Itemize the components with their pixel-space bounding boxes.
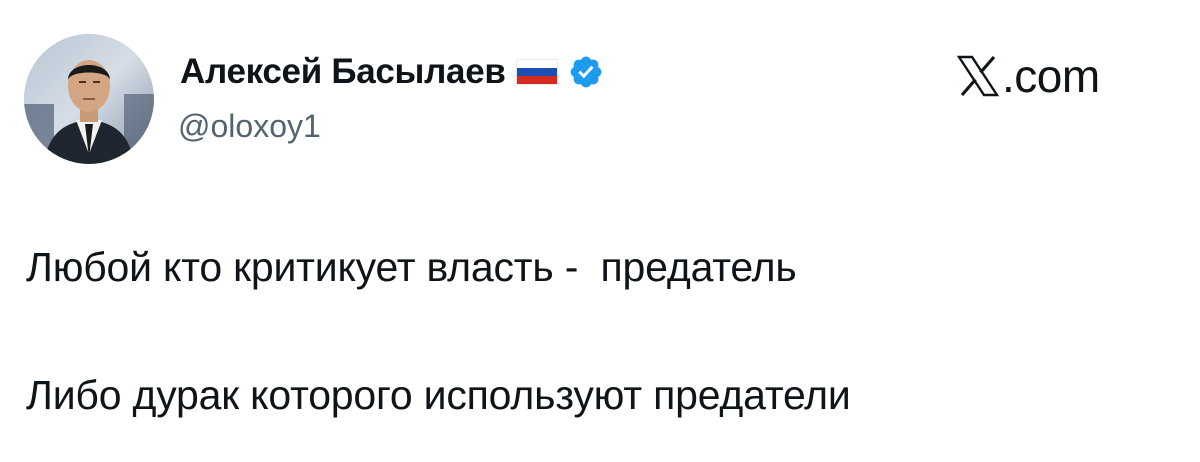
brand-domain-suffix: .com bbox=[1002, 50, 1100, 102]
avatar[interactable] bbox=[24, 34, 154, 164]
tweet-screenshot: Алексей Басылаев @oloxoy1 .com Любой кто… bbox=[0, 0, 1200, 462]
author-name-row: Алексей Басылаев bbox=[180, 50, 604, 94]
tweet-text-line: Любой кто критикует власть - предатель bbox=[26, 244, 797, 290]
verified-badge-icon bbox=[568, 54, 604, 90]
display-name[interactable]: Алексей Басылаев bbox=[180, 52, 506, 92]
x-logo-icon bbox=[956, 54, 1000, 98]
brand-watermark: .com bbox=[956, 48, 1100, 104]
russia-flag-icon bbox=[515, 59, 558, 85]
profile-photo bbox=[24, 34, 154, 164]
author-handle[interactable]: @oloxoy1 bbox=[178, 108, 321, 145]
tweet-text-line: Либо дурак которого используют предатели bbox=[26, 372, 851, 418]
